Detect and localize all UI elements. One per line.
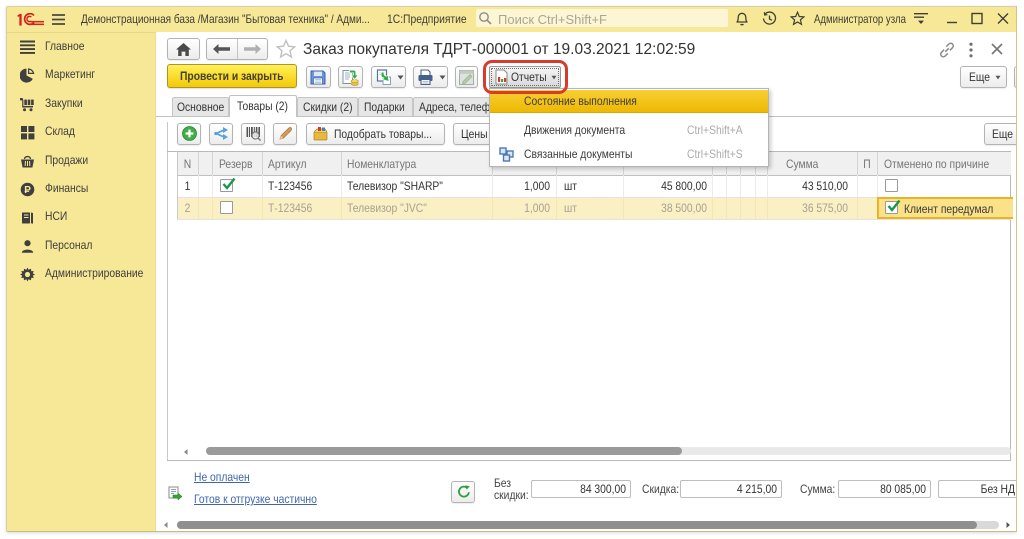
- svg-text:P: P: [24, 185, 31, 196]
